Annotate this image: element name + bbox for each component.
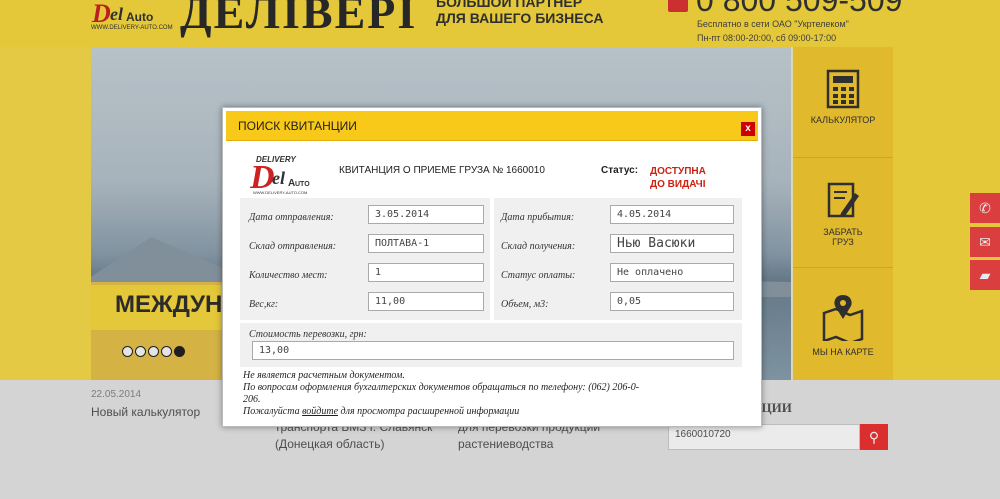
note-accounting-line2: 206. <box>243 394 261 405</box>
to-warehouse-field: Нью Васюки <box>610 234 734 253</box>
modal-logo-url: WWW.DELIVERY-AUTO.COM <box>253 190 308 195</box>
status-line1: ДОСТУПНА <box>650 166 706 177</box>
note-not-document: Не является расчетным документом. <box>243 370 405 381</box>
weight-label: Вес,кг: <box>249 299 279 310</box>
receipt-search-modal: ПОИСК КВИТАНЦИИ x DELIVERY D el A UTO WW… <box>222 107 762 427</box>
volume-label: Объем, м3: <box>501 299 549 310</box>
note-login-pre: Пожалуйста <box>243 406 303 417</box>
status-label: Статус: <box>601 165 639 176</box>
volume-field: 0,05 <box>610 292 734 311</box>
modal-header: ПОИСК КВИТАНЦИИ x <box>226 111 758 141</box>
payment-status-field: Не оплачено <box>610 263 734 282</box>
weight-field: 11,00 <box>368 292 484 311</box>
note-login-post: для просмотра расширенной информации <box>338 406 520 417</box>
payment-status-label: Статус оплаты: <box>501 270 576 281</box>
send-date-field: 3.05.2014 <box>368 205 484 224</box>
cost-label: Стоимость перевозки, грн: <box>249 329 367 340</box>
close-button[interactable]: x <box>741 122 755 136</box>
note-login: Пожалуйста войдите для просмотра расшире… <box>243 406 519 418</box>
from-warehouse-field: ПОЛТАВА-1 <box>368 234 484 253</box>
places-label: Количество мест: <box>249 270 328 281</box>
receipt-number: КВИТАНЦИЯ О ПРИЕМЕ ГРУЗА № 1660010 <box>339 165 545 176</box>
to-warehouse-label: Склад получения: <box>501 241 576 252</box>
svg-text:el: el <box>272 168 285 188</box>
login-link[interactable]: войдите <box>302 406 338 417</box>
status-value: ДОСТУПНА ДО ВИДАЧІ <box>650 165 706 191</box>
arrive-date-label: Дата прибытия: <box>501 212 575 223</box>
status-line2: ДО ВИДАЧІ <box>650 179 706 190</box>
cost-field: 13,00 <box>252 341 734 360</box>
send-date-label: Дата отправления: <box>249 212 334 223</box>
from-warehouse-label: Склад отправления: <box>249 241 337 252</box>
note-accounting: По вопросам оформления бухгалтерских док… <box>243 382 748 406</box>
svg-text:UTO: UTO <box>295 181 310 188</box>
arrive-date-field: 4.05.2014 <box>610 205 734 224</box>
places-field: 1 <box>368 263 484 282</box>
note-accounting-line1: По вопросам оформления бухгалтерских док… <box>243 382 640 393</box>
modal-title: ПОИСК КВИТАНЦИИ <box>238 119 357 133</box>
